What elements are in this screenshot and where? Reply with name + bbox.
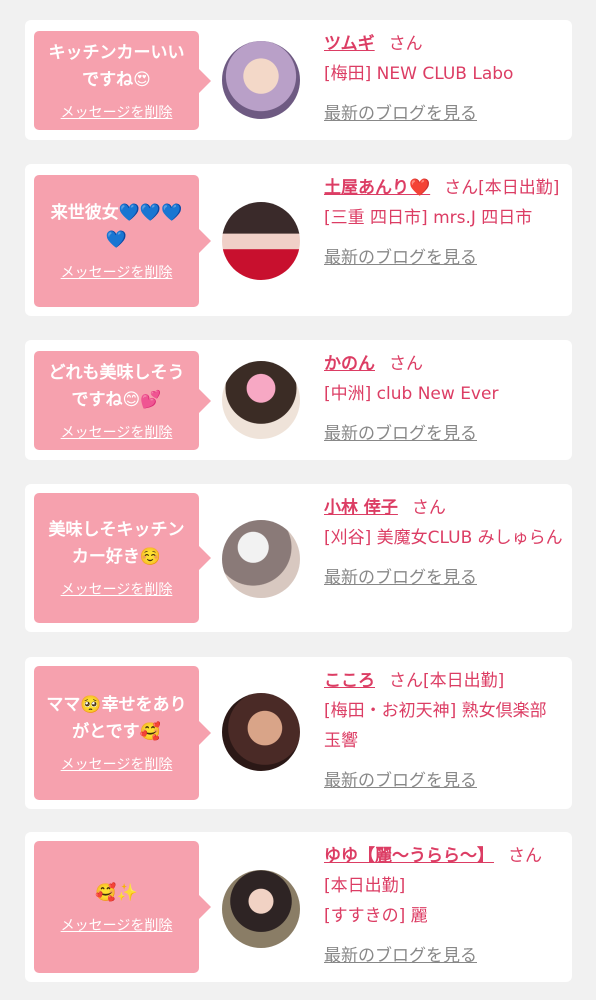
avatar[interactable] <box>222 693 300 771</box>
message-card: 🥰✨ メッセージを削除 ゆゆ【麗〜うらら〜】 さん [本日出勤] [すすきの] 麗 … <box>25 832 572 982</box>
message-text: 🥰✨ <box>95 882 138 903</box>
profile-name-link[interactable]: 小林 倖子 <box>324 498 398 518</box>
message-card: キッチンカーいいですね😍 メッセージを削除 ツムギ さん [梅田] NEW CLU… <box>25 20 572 140</box>
message-card: どれも美味しそうですね😊💕 メッセージを削除 かのん さん [中洲] club N… <box>25 340 572 460</box>
honorific: さん <box>444 178 479 198</box>
delete-message-link[interactable]: メッセージを削除 <box>61 422 173 442</box>
message-card: 美味しそキッチンカー好き☺️ メッセージを削除 小林 倖子 さん [刈谷] 美魔女… <box>25 484 572 632</box>
latest-blog-link[interactable]: 最新のブログを見る <box>324 941 564 971</box>
message-bubble: キッチンカーいいですね😍 メッセージを削除 <box>34 31 211 130</box>
profile-name-link[interactable]: かのん <box>324 354 375 374</box>
latest-blog-link[interactable]: 最新のブログを見る <box>324 419 564 449</box>
honorific: さん <box>389 354 423 374</box>
honorific: さん <box>411 498 446 518</box>
delete-message-link[interactable]: メッセージを削除 <box>61 579 173 599</box>
message-list: キッチンカーいいですね😍 メッセージを削除 ツムギ さん [梅田] NEW CLU… <box>0 0 596 1000</box>
message-bubble: 来世彼女💙💙💙💙 メッセージを削除 <box>34 175 211 307</box>
delete-message-link[interactable]: メッセージを削除 <box>61 102 173 122</box>
profile-name-link[interactable]: ツムギ <box>324 34 375 54</box>
honorific: さん <box>508 846 542 866</box>
message-text: ママ🥺幸せをありがとです🥰 <box>46 695 187 742</box>
avatar[interactable] <box>222 520 300 598</box>
message-bubble: 🥰✨ メッセージを削除 <box>34 841 211 973</box>
message-text: どれも美味しそうですね😊💕 <box>48 362 185 410</box>
profile-info: こころ さん[本日出勤] [梅田・お初天神] 熟女倶楽部 玉響 最新のブログを見る <box>324 666 564 796</box>
delete-message-link[interactable]: メッセージを削除 <box>61 915 173 935</box>
shop-name: [梅田・お初天神] 熟女倶楽部 玉響 <box>324 701 547 751</box>
avatar[interactable] <box>222 870 300 948</box>
message-text: キッチンカーいいですね😍 <box>48 42 185 90</box>
latest-blog-link[interactable]: 最新のブログを見る <box>324 99 564 129</box>
message-bubble: 美味しそキッチンカー好き☺️ メッセージを削除 <box>34 493 211 623</box>
profile-name-link[interactable]: ゆゆ【麗〜うらら〜】 <box>324 846 494 866</box>
shop-name: [梅田] NEW CLUB Labo <box>324 64 514 84</box>
avatar[interactable] <box>222 41 300 119</box>
delete-message-link[interactable]: メッセージを削除 <box>61 262 173 282</box>
message-card: 来世彼女💙💙💙💙 メッセージを削除 土屋あんり❤️ さん[本日出勤] [三重 四日… <box>25 164 572 316</box>
profile-info: ツムギ さん [梅田] NEW CLUB Labo 最新のブログを見る <box>324 29 564 129</box>
avatar[interactable] <box>222 202 300 280</box>
shop-name: [中洲] club New Ever <box>324 384 499 404</box>
profile-info: ゆゆ【麗〜うらら〜】 さん [本日出勤] [すすきの] 麗 最新のブログを見る <box>324 841 564 971</box>
profile-info: 小林 倖子 さん [刈谷] 美魔女CLUB みしゅらん 最新のブログを見る <box>324 493 564 593</box>
work-status: [本日出勤] <box>478 178 560 198</box>
message-card: ママ🥺幸せをありがとです🥰 メッセージを削除 こころ さん[本日出勤] [梅田・お… <box>25 657 572 809</box>
delete-message-link[interactable]: メッセージを削除 <box>61 754 173 774</box>
profile-info: 土屋あんり❤️ さん[本日出勤] [三重 四日市] mrs.J 四日市 最新のブロ… <box>324 173 564 273</box>
work-status: [本日出勤] <box>324 876 406 896</box>
honorific: さん <box>389 671 423 691</box>
message-text: 来世彼女💙💙💙💙 <box>50 203 183 250</box>
latest-blog-link[interactable]: 最新のブログを見る <box>324 563 564 593</box>
shop-name: [すすきの] 麗 <box>324 906 428 926</box>
shop-name: [三重 四日市] mrs.J 四日市 <box>324 208 533 228</box>
work-status: [本日出勤] <box>423 671 505 691</box>
honorific: さん <box>388 34 423 54</box>
profile-name-link[interactable]: 土屋あんり❤️ <box>324 178 430 198</box>
latest-blog-link[interactable]: 最新のブログを見る <box>324 766 564 796</box>
profile-info: かのん さん [中洲] club New Ever 最新のブログを見る <box>324 349 564 449</box>
message-bubble: ママ🥺幸せをありがとです🥰 メッセージを削除 <box>34 666 211 800</box>
profile-name-link[interactable]: こころ <box>324 671 375 691</box>
message-bubble: どれも美味しそうですね😊💕 メッセージを削除 <box>34 351 211 450</box>
avatar[interactable] <box>222 361 300 439</box>
shop-name: [刈谷] 美魔女CLUB みしゅらん <box>324 528 563 548</box>
message-text: 美味しそキッチンカー好き☺️ <box>48 520 185 567</box>
latest-blog-link[interactable]: 最新のブログを見る <box>324 243 564 273</box>
